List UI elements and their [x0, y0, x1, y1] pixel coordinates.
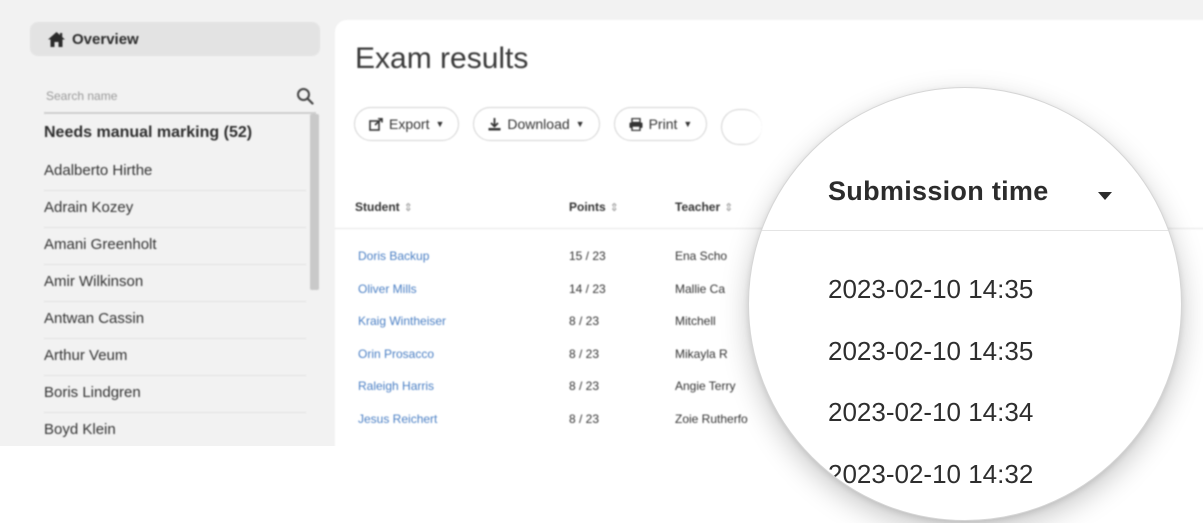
teacher-cell: Angie Terry — [675, 379, 736, 394]
list-item[interactable]: Amir Wilkinson — [44, 265, 306, 302]
submission-time-header[interactable]: Submission time — [749, 88, 1181, 231]
teacher-cell: Mitchell — [675, 314, 716, 329]
list-item[interactable]: Antwan Cassin — [44, 302, 306, 339]
submission-time-label: Submission time — [828, 176, 1049, 206]
filter-icon[interactable] — [1161, 196, 1182, 218]
submission-time-cell: 2023-02-10 14:35 — [828, 336, 1034, 366]
caret-down-icon[interactable] — [1097, 191, 1113, 201]
print-button[interactable]: Print ▼ — [613, 107, 708, 141]
list-item[interactable]: Amani Greenholt — [44, 228, 306, 265]
print-label: Print — [648, 116, 678, 132]
teacher-cell: Mallie Ca — [675, 281, 726, 296]
overview-button[interactable]: Overview — [30, 22, 320, 56]
points-cell: 8 / 23 — [569, 379, 600, 394]
column-label: Student — [355, 200, 400, 214]
sort-icon: ⇕ — [609, 202, 619, 214]
student-link[interactable]: Oliver Mills — [358, 282, 417, 296]
column-label: Points — [569, 200, 606, 214]
teacher-cell: Ena Scho — [675, 249, 728, 263]
list-item[interactable]: Boris Lindgren — [44, 376, 306, 413]
student-link[interactable]: Kraig Wintheiser — [358, 314, 446, 328]
download-label: Download — [507, 116, 570, 132]
student-link[interactable]: Doris Backup — [358, 249, 429, 263]
list-item[interactable]: Boyd Klein — [44, 413, 306, 446]
student-link[interactable]: Raleigh Harris — [358, 379, 434, 393]
submission-time-cell: 2023-02-10 14:34 — [828, 397, 1034, 427]
student-name-list: Adalberto Hirthe Adrain Kozey Amani Gree… — [44, 154, 306, 446]
sort-icon: ⇕ — [724, 202, 734, 214]
chevron-down-icon: ▼ — [575, 119, 585, 129]
sidebar-scrollbar[interactable] — [310, 114, 319, 290]
list-item[interactable]: Adalberto Hirthe — [44, 154, 306, 191]
column-header-points[interactable]: Points ⇕ — [569, 200, 619, 214]
student-link[interactable]: Orin Prosacco — [358, 347, 434, 361]
column-header-student[interactable]: Student ⇕ — [355, 200, 413, 214]
search-field — [44, 82, 316, 114]
export-label: Export — [389, 116, 430, 132]
points-cell: 8 / 23 — [569, 411, 600, 426]
group-heading: Needs manual marking (52) — [44, 124, 253, 141]
points-cell: 14 / 23 — [569, 281, 606, 296]
chevron-down-icon: ▼ — [435, 119, 445, 129]
teacher-cell: Mikayla R — [675, 346, 728, 361]
search-icon[interactable] — [296, 87, 314, 105]
list-item[interactable]: Adrain Kozey — [44, 191, 306, 228]
page-title: Exam results — [355, 42, 529, 75]
chevron-down-icon: ▼ — [683, 119, 693, 129]
submission-time-cell: 2023-02-10 14:32 — [828, 459, 1034, 489]
sidebar: Overview Needs manual marking (52) Adalb… — [0, 0, 330, 446]
print-icon — [629, 117, 643, 131]
column-header-teacher[interactable]: Teacher ⇕ — [675, 200, 733, 214]
home-icon — [48, 31, 65, 47]
points-cell: 15 / 23 — [569, 249, 606, 263]
student-link[interactable]: Jesus Reichert — [358, 412, 437, 426]
download-icon — [488, 117, 501, 130]
teacher-cell: Zoie Rutherfo — [675, 411, 748, 426]
magnifier-lens: Submission time 2023-02-10 14:35 2023-02… — [748, 87, 1182, 521]
points-cell: 8 / 23 — [569, 346, 600, 361]
export-icon — [369, 117, 383, 131]
search-input[interactable] — [46, 86, 276, 106]
points-cell: 8 / 23 — [569, 314, 600, 329]
column-label: Teacher — [675, 200, 721, 214]
download-button[interactable]: Download ▼ — [473, 107, 600, 141]
submission-time-cell: 2023-02-10 14:35 — [828, 274, 1034, 304]
sort-icon: ⇕ — [403, 202, 413, 214]
toolbar: Export ▼ Download ▼ Print ▼ — [354, 107, 763, 145]
list-item[interactable]: Arthur Veum — [44, 339, 306, 376]
export-button[interactable]: Export ▼ — [354, 107, 460, 141]
overview-label: Overview — [72, 30, 139, 48]
